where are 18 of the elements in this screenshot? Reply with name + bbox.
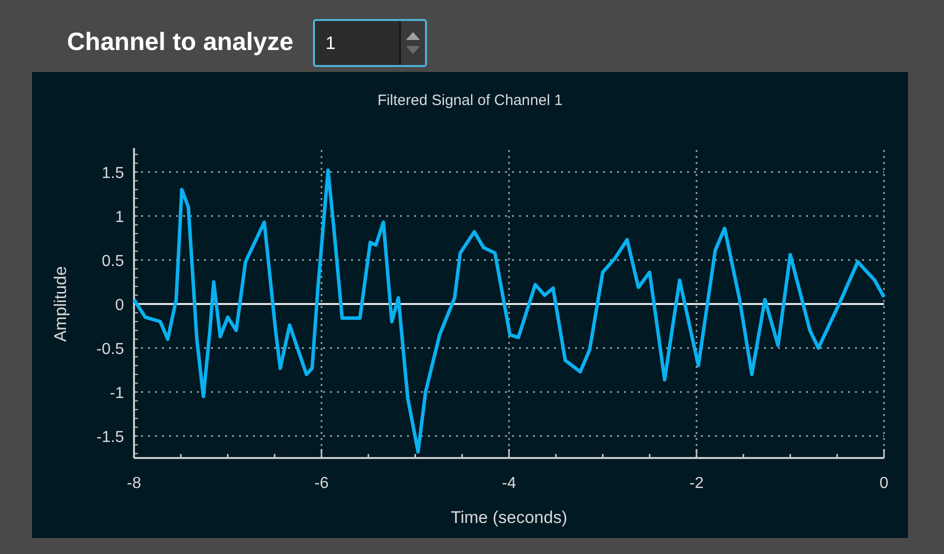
y-tick-label: -0.5 [96, 341, 124, 358]
x-tick-label: -8 [126, 475, 142, 492]
y-tick-label: 1.5 [102, 165, 124, 182]
y-tick-label: -1.5 [96, 429, 124, 446]
x-tick-label: 0 [880, 475, 888, 492]
x-axis-label: Time (seconds) [450, 508, 568, 527]
x-tick-label: -4 [502, 475, 516, 492]
y-tick-label: 0.5 [102, 253, 124, 270]
y-axis-label: Amplitude [51, 266, 70, 342]
chart-title: Filtered Signal of Channel 1 [377, 92, 563, 109]
x-tick-label: -2 [689, 475, 704, 492]
channel-spinbox[interactable]: 1 [313, 19, 428, 67]
up-arrow-icon[interactable] [406, 32, 420, 40]
y-tick-label: 0 [115, 297, 124, 314]
y-tick-label: 1 [115, 209, 124, 226]
y-tick-label: -1 [110, 385, 124, 402]
channel-label: Channel to analyze [67, 27, 294, 58]
x-tick-label: -6 [314, 475, 329, 492]
